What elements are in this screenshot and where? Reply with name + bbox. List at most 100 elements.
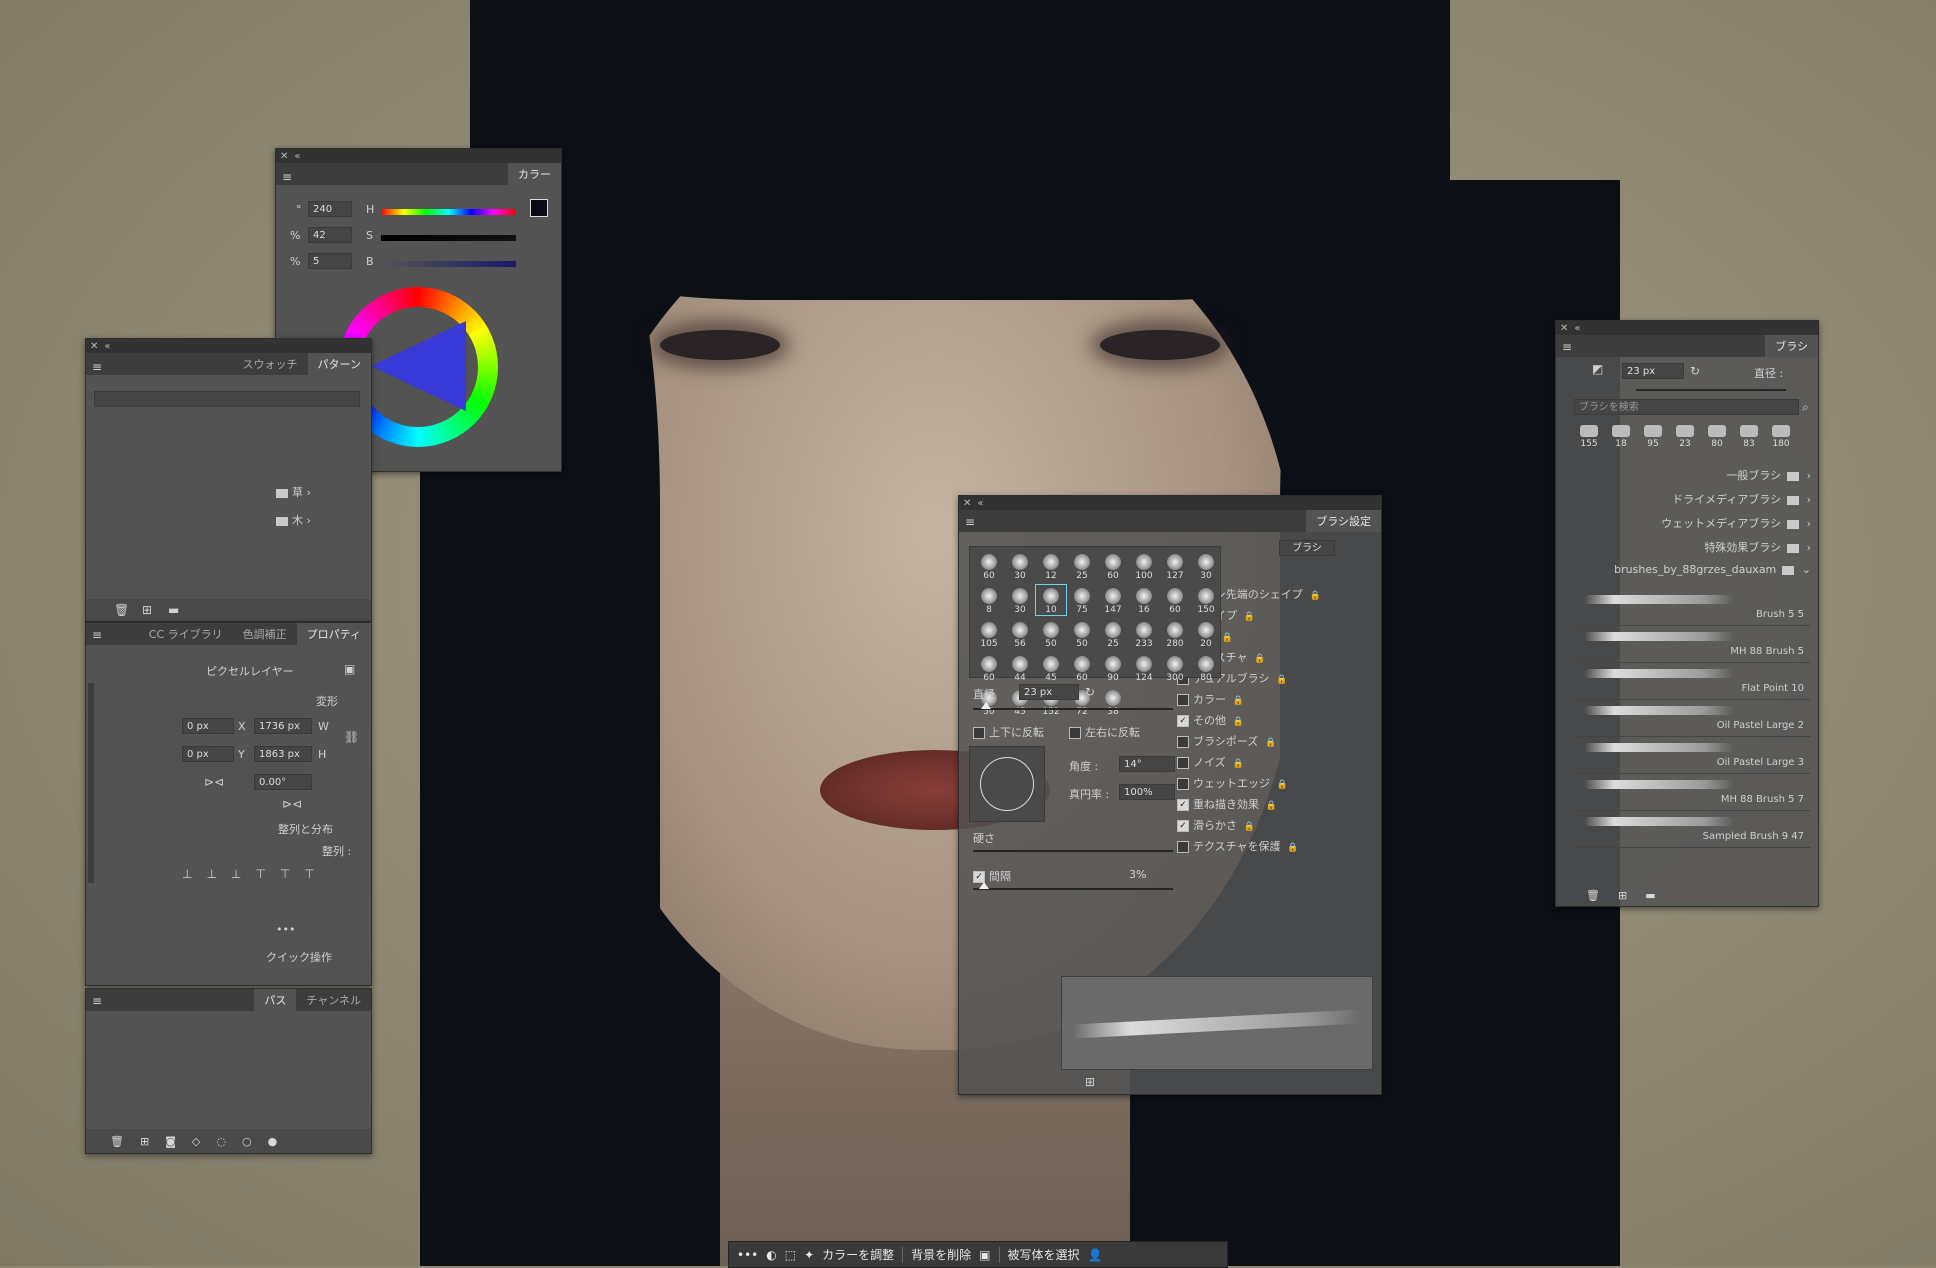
lock-icon[interactable]: 🔒 <box>1230 759 1244 769</box>
brush-list-item[interactable]: Flat Point 10 <box>1574 663 1810 700</box>
close-icon[interactable]: ✕ <box>90 341 98 352</box>
brush-tip[interactable]: 300 <box>1160 653 1190 683</box>
brush-group-0[interactable]: 一般ブラシ › <box>1576 467 1811 491</box>
collapse-icon[interactable]: « <box>977 498 983 509</box>
brush-option-5[interactable]: カラー 🔒 <box>1177 691 1367 712</box>
brush-option-checkbox[interactable] <box>1177 736 1189 748</box>
flip-x-option[interactable]: 左右に反転 <box>1069 724 1140 740</box>
brush-list-item[interactable]: MH 88 Brush 5 <box>1574 626 1810 663</box>
height-field[interactable]: 1863 px <box>254 746 312 762</box>
recent-brush[interactable]: 83 <box>1736 425 1762 455</box>
tab-paths[interactable]: パス <box>254 989 297 1011</box>
select-subject-button[interactable]: 被写体を選択 <box>1008 1246 1080 1263</box>
brightness-field[interactable]: 5 <box>308 253 352 269</box>
collapse-icon[interactable]: « <box>294 151 300 162</box>
reset-icon[interactable]: ↻ <box>1690 365 1700 377</box>
panel-menu-icon[interactable]: ≡ <box>92 361 102 373</box>
recent-brush[interactable]: 18 <box>1608 425 1634 455</box>
flip-y-option[interactable]: 上下に反転 <box>973 724 1044 740</box>
chevron-down-icon[interactable]: ⌄ <box>1798 563 1811 576</box>
brush-angle-preview[interactable] <box>980 757 1034 811</box>
lock-icon[interactable]: 🔒 <box>1230 717 1244 727</box>
lock-icon[interactable]: 🔒 <box>1273 675 1287 685</box>
fill-path-icon[interactable]: ● <box>268 1135 278 1148</box>
spacing-slider[interactable] <box>973 888 1173 890</box>
color-triangle[interactable] <box>371 321 466 411</box>
new-group-icon[interactable]: ▬ <box>1645 889 1655 902</box>
lock-icon[interactable]: 🔒 <box>1307 591 1321 601</box>
brush-tip[interactable]: 56 <box>1005 619 1035 649</box>
panel-menu-icon[interactable]: ≡ <box>1562 341 1572 353</box>
brush-tip[interactable]: 20 <box>1191 619 1221 649</box>
new-brush-icon[interactable]: ⊞ <box>1085 1076 1095 1088</box>
close-icon[interactable]: ✕ <box>280 151 288 162</box>
brush-list-item[interactable]: Oil Pastel Large 2 <box>1574 700 1810 737</box>
brush-option-checkbox[interactable]: ✓ <box>1177 820 1189 832</box>
recent-brush[interactable]: 80 <box>1704 425 1730 455</box>
brush-tip[interactable]: 10 <box>1035 584 1067 616</box>
brush-tip[interactable]: 30 <box>1005 551 1035 581</box>
brush-tip[interactable]: 25 <box>1098 619 1128 649</box>
transform-icon[interactable]: ⬚ <box>785 1248 796 1262</box>
hue-slider[interactable] <box>381 209 516 215</box>
brush-tip[interactable]: 30 <box>1005 585 1035 615</box>
mask-icon[interactable]: ◙ <box>165 1135 176 1148</box>
size-slider[interactable] <box>973 708 1173 710</box>
align-center-icon[interactable]: ⊥ <box>206 868 216 880</box>
contrast-icon[interactable]: ◐ <box>766 1248 776 1262</box>
panel-menu-icon[interactable]: ≡ <box>282 171 292 183</box>
brush-group-2[interactable]: ウェットメディアブラシ › <box>1576 515 1811 539</box>
recent-brush[interactable]: 180 <box>1768 425 1794 455</box>
panel-menu-icon[interactable]: ≡ <box>92 995 102 1007</box>
lock-icon[interactable]: 🔒 <box>1262 738 1276 748</box>
make-path-icon[interactable]: ◇ <box>192 1135 200 1148</box>
brush-tip[interactable]: 127 <box>1160 551 1190 581</box>
brush-tip[interactable]: 50 <box>1036 619 1066 649</box>
y-field[interactable]: 0 px <box>182 746 234 762</box>
brush-option-checkbox[interactable] <box>1177 778 1189 790</box>
flip-x-checkbox[interactable] <box>1069 727 1081 739</box>
reset-size-icon[interactable]: ↻ <box>1085 686 1095 698</box>
collapse-icon[interactable]: « <box>104 341 110 352</box>
trash-icon[interactable]: 🗑 <box>110 1135 124 1148</box>
brush-option-10[interactable]: ✓ 重ね描き効果 🔒 <box>1177 796 1367 817</box>
new-path-icon[interactable]: ⊞ <box>140 1135 149 1148</box>
brush-option-checkbox[interactable] <box>1177 841 1189 853</box>
brush-tip[interactable]: 60 <box>1098 551 1128 581</box>
brush-tip[interactable]: 44 <box>1005 653 1035 683</box>
brush-preview-icon[interactable]: ◩ <box>1592 363 1603 375</box>
lock-icon[interactable]: 🔒 <box>1219 633 1233 643</box>
brush-tip[interactable]: 280 <box>1160 619 1190 649</box>
brush-search-input[interactable]: ブラシを検索 <box>1574 399 1799 415</box>
remove-background-button[interactable]: 背景を削除 <box>911 1246 971 1263</box>
saturation-slider[interactable] <box>381 235 516 241</box>
brightness-slider[interactable] <box>381 261 516 267</box>
tab-brushes[interactable]: ブラシ <box>1765 335 1818 357</box>
brush-tip[interactable]: 38 <box>1098 687 1128 717</box>
chevron-right-icon[interactable]: › <box>1803 541 1811 554</box>
stroke-path-icon[interactable]: ○ <box>242 1135 252 1148</box>
roundness-field[interactable]: 100% <box>1119 784 1175 800</box>
magic-icon[interactable]: ✦ <box>804 1248 814 1262</box>
flip-vertical-icon[interactable]: ⊳⊲ <box>282 798 302 810</box>
spacing-slider-knob[interactable] <box>979 882 989 889</box>
recent-brush[interactable]: 95 <box>1640 425 1666 455</box>
brush-tip[interactable]: 100 <box>1129 551 1159 581</box>
chevron-right-icon[interactable]: › <box>1803 493 1811 506</box>
quick-actions-header[interactable]: クイック操作 <box>266 949 332 965</box>
hue-field[interactable]: 240 <box>308 201 352 217</box>
swatches-titlebar[interactable]: ✕ « <box>86 339 371 353</box>
brush-option-8[interactable]: ノイズ 🔒 <box>1177 754 1367 775</box>
load-selection-icon[interactable]: ◌ <box>216 1135 226 1148</box>
brush-option-12[interactable]: テクスチャを保護 🔒 <box>1177 838 1367 859</box>
brush-list-item[interactable]: MH 88 Brush 5 7 <box>1574 774 1810 811</box>
brush-tip[interactable]: 80 <box>1191 653 1221 683</box>
brush-tip[interactable]: 233 <box>1129 619 1159 649</box>
brush-option-11[interactable]: ✓ 滑らかさ 🔒 <box>1177 817 1367 838</box>
brush-tip[interactable]: 45 <box>1036 653 1066 683</box>
tab-patterns[interactable]: パターン <box>307 353 371 375</box>
brushes-titlebar[interactable]: ✕ « <box>1556 321 1818 335</box>
chevron-right-icon[interactable]: › <box>1803 469 1811 482</box>
brush-option-checkbox[interactable] <box>1177 757 1189 769</box>
brush-tip[interactable]: 8 <box>974 585 1004 615</box>
